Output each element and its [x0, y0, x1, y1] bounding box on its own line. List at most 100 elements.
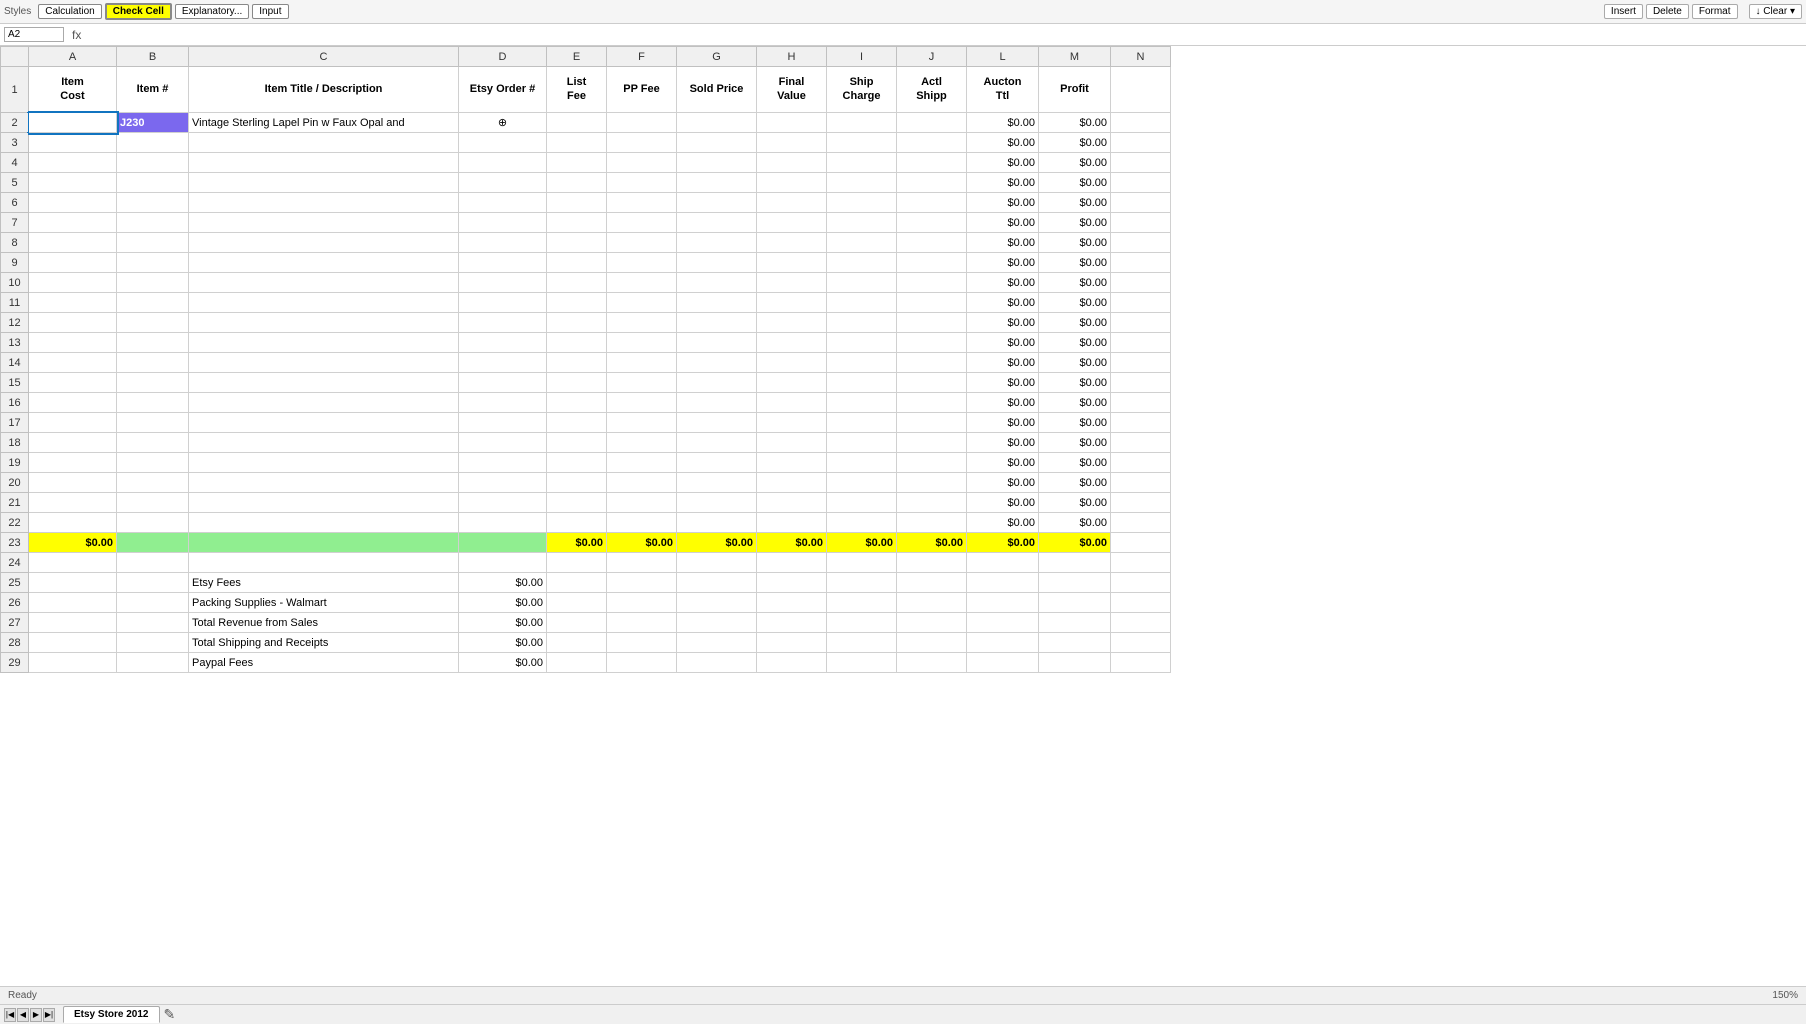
cell-L6[interactable]: $0.00	[967, 193, 1039, 213]
cell-D4[interactable]	[459, 153, 547, 173]
cell-F15[interactable]	[607, 373, 677, 393]
cell-M12[interactable]: $0.00	[1039, 313, 1111, 333]
cell-N19[interactable]	[1111, 453, 1171, 473]
cell-J5[interactable]	[897, 173, 967, 193]
cell-M4[interactable]: $0.00	[1039, 153, 1111, 173]
cell-N2[interactable]	[1111, 113, 1171, 133]
cell-D15[interactable]	[459, 373, 547, 393]
total-J[interactable]: $0.00	[897, 533, 967, 553]
cell-L20[interactable]: $0.00	[967, 473, 1039, 493]
cell-M11[interactable]: $0.00	[1039, 293, 1111, 313]
cell-N21[interactable]	[1111, 493, 1171, 513]
cell-D18[interactable]	[459, 433, 547, 453]
cell-M20[interactable]: $0.00	[1039, 473, 1111, 493]
cell-E20[interactable]	[547, 473, 607, 493]
cell-L12[interactable]: $0.00	[967, 313, 1039, 333]
blank-cell[interactable]	[677, 553, 757, 573]
cell-B18[interactable]	[117, 433, 189, 453]
cell-H6[interactable]	[757, 193, 827, 213]
cell-C13[interactable]	[189, 333, 459, 353]
cell-I17[interactable]	[827, 413, 897, 433]
cell-L7[interactable]: $0.00	[967, 213, 1039, 233]
cell-J8[interactable]	[897, 233, 967, 253]
cell-H19[interactable]	[757, 453, 827, 473]
cell-B9[interactable]	[117, 253, 189, 273]
cell-B22[interactable]	[117, 513, 189, 533]
total-L[interactable]: $0.00	[967, 533, 1039, 553]
cell-D2[interactable]: ⊕	[459, 113, 547, 133]
cell-C15[interactable]	[189, 373, 459, 393]
cell-E21[interactable]	[547, 493, 607, 513]
col-header-D[interactable]: D	[459, 47, 547, 67]
summary-empty-cell[interactable]	[967, 593, 1039, 613]
cell-M16[interactable]: $0.00	[1039, 393, 1111, 413]
summary-empty-cell[interactable]	[967, 633, 1039, 653]
cell-D19[interactable]	[459, 453, 547, 473]
cell-B10[interactable]	[117, 273, 189, 293]
cell-N10[interactable]	[1111, 273, 1171, 293]
total-C[interactable]	[189, 533, 459, 553]
cell-N9[interactable]	[1111, 253, 1171, 273]
summary-A-25[interactable]	[29, 573, 117, 593]
cell-N15[interactable]	[1111, 373, 1171, 393]
summary-value-26[interactable]: $0.00	[459, 593, 547, 613]
cell-A10[interactable]	[29, 273, 117, 293]
cell-A5[interactable]	[29, 173, 117, 193]
summary-empty-cell[interactable]	[547, 653, 607, 673]
cell-I9[interactable]	[827, 253, 897, 273]
cell-L3[interactable]: $0.00	[967, 133, 1039, 153]
col-header-C[interactable]: C	[189, 47, 459, 67]
cell-B5[interactable]	[117, 173, 189, 193]
cell-J3[interactable]	[897, 133, 967, 153]
cell-F21[interactable]	[607, 493, 677, 513]
total-E[interactable]: $0.00	[547, 533, 607, 553]
spreadsheet-container[interactable]: A B C D E F G H I J L M N 1 Item Cost	[0, 46, 1806, 990]
cell-L2[interactable]: $0.00	[967, 113, 1039, 133]
cell-G7[interactable]	[677, 213, 757, 233]
cell-A4[interactable]	[29, 153, 117, 173]
cell-J4[interactable]	[897, 153, 967, 173]
cell-M18[interactable]: $0.00	[1039, 433, 1111, 453]
cell-A17[interactable]	[29, 413, 117, 433]
summary-empty-cell[interactable]	[677, 613, 757, 633]
cell-C16[interactable]	[189, 393, 459, 413]
cell-I7[interactable]	[827, 213, 897, 233]
cell-L16[interactable]: $0.00	[967, 393, 1039, 413]
summary-empty-cell[interactable]	[547, 633, 607, 653]
cell-B15[interactable]	[117, 373, 189, 393]
cell-I18[interactable]	[827, 433, 897, 453]
cell-H7[interactable]	[757, 213, 827, 233]
cell-E8[interactable]	[547, 233, 607, 253]
cell-I20[interactable]	[827, 473, 897, 493]
cell-L17[interactable]: $0.00	[967, 413, 1039, 433]
summary-value-29[interactable]: $0.00	[459, 653, 547, 673]
summary-empty-cell[interactable]	[757, 653, 827, 673]
total-M[interactable]: $0.00	[1039, 533, 1111, 553]
cell-N20[interactable]	[1111, 473, 1171, 493]
sheet-tab-etsy-store[interactable]: Etsy Store 2012	[63, 1006, 160, 1023]
cell-D7[interactable]	[459, 213, 547, 233]
cell-J12[interactable]	[897, 313, 967, 333]
cell-G9[interactable]	[677, 253, 757, 273]
cell-E11[interactable]	[547, 293, 607, 313]
cell-A20[interactable]	[29, 473, 117, 493]
cell-I14[interactable]	[827, 353, 897, 373]
cell-D16[interactable]	[459, 393, 547, 413]
cell-B3[interactable]	[117, 133, 189, 153]
summary-empty-cell[interactable]	[897, 573, 967, 593]
btn-clear[interactable]: ↓ Clear ▾	[1749, 4, 1802, 19]
cell-J9[interactable]	[897, 253, 967, 273]
cell-F19[interactable]	[607, 453, 677, 473]
total-H[interactable]: $0.00	[757, 533, 827, 553]
blank-cell[interactable]	[459, 553, 547, 573]
cell-M17[interactable]: $0.00	[1039, 413, 1111, 433]
summary-empty-cell[interactable]	[547, 613, 607, 633]
cell-A9[interactable]	[29, 253, 117, 273]
cell-F3[interactable]	[607, 133, 677, 153]
cell-M10[interactable]: $0.00	[1039, 273, 1111, 293]
cell-A2[interactable]	[29, 113, 117, 133]
summary-empty-cell[interactable]	[1039, 573, 1111, 593]
cell-E19[interactable]	[547, 453, 607, 473]
summary-empty-cell[interactable]	[897, 653, 967, 673]
summary-empty-cell[interactable]	[967, 653, 1039, 673]
